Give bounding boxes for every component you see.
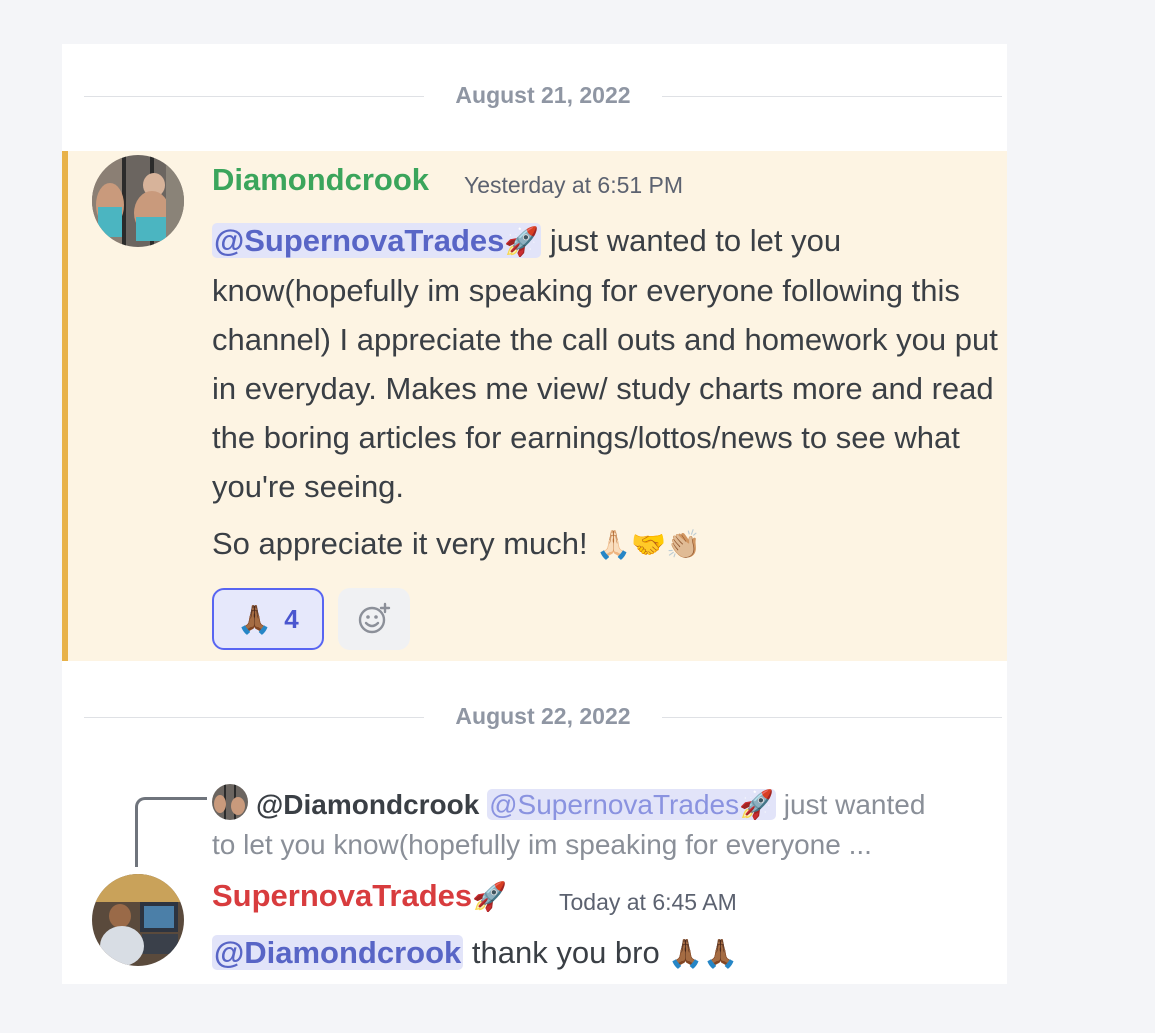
reply-avatar bbox=[212, 784, 248, 820]
message-emojis: 🙏🏻🤝👏🏼 bbox=[596, 529, 701, 560]
message-text-closing: So appreciate it very much! bbox=[212, 526, 597, 561]
avatar[interactable] bbox=[92, 874, 184, 966]
message-text: thank you bro bbox=[463, 935, 669, 970]
message-username[interactable]: Diamondcrook bbox=[212, 162, 429, 198]
date-divider: August 22, 2022 bbox=[84, 703, 1002, 733]
message-timestamp: Today at 6:45 AM bbox=[559, 889, 737, 915]
message-timestamp: Yesterday at 6:51 PM bbox=[464, 172, 684, 198]
chat-panel: August 21, 2022 Diamondcrook Yesterday a… bbox=[62, 44, 1007, 984]
message-username[interactable]: SupernovaTrades🚀 bbox=[212, 878, 507, 914]
add-reaction-icon bbox=[358, 602, 391, 634]
date-divider: August 21, 2022 bbox=[84, 82, 1002, 112]
message-text: just wanted to let you know(hopefully im… bbox=[212, 223, 998, 504]
message-emojis: 🙏🏾🙏🏾 bbox=[668, 938, 739, 969]
reply-text-cont: to let you know(hopefully im speaking fo… bbox=[212, 829, 872, 860]
message-content: @SupernovaTrades🚀 just wanted to let you… bbox=[212, 216, 1002, 569]
reply-connector bbox=[135, 797, 207, 867]
add-reaction-button[interactable] bbox=[338, 588, 410, 650]
reply-mention: @SupernovaTrades🚀 bbox=[487, 789, 776, 820]
reply-username: @Diamondcrook bbox=[256, 789, 480, 820]
user-mention[interactable]: @Diamondcrook bbox=[212, 935, 464, 970]
date-divider-label: August 21, 2022 bbox=[433, 82, 653, 108]
reaction-count: 4 bbox=[284, 603, 299, 634]
reaction-pill[interactable]: 🙏🏾 4 bbox=[212, 588, 324, 650]
reaction-emoji: 🙏🏾 bbox=[237, 603, 273, 635]
reply-text: just wanted bbox=[775, 789, 926, 820]
avatar[interactable] bbox=[92, 155, 184, 247]
reply-reference[interactable]: @Diamondcrook @SupernovaTrades🚀 just wan… bbox=[212, 784, 1002, 865]
user-mention[interactable]: @SupernovaTrades🚀 bbox=[212, 223, 542, 258]
date-divider-label: August 22, 2022 bbox=[433, 703, 653, 729]
message-content: @Diamondcrook thank you bro 🙏🏾🙏🏾 bbox=[212, 930, 1002, 977]
